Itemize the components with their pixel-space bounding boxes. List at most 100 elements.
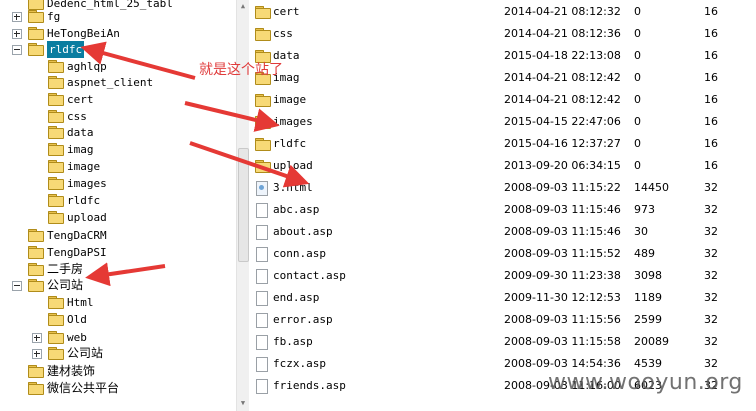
- file-row[interactable]: images 2015-04-15 22:47:06 0 16: [249, 111, 756, 133]
- file-attr: 16: [704, 137, 718, 150]
- file-row[interactable]: css 2014-04-21 08:12:36 0 16: [249, 23, 756, 45]
- expand-icon[interactable]: [32, 349, 42, 359]
- tree-item[interactable]: css: [0, 108, 236, 125]
- expand-icon[interactable]: [12, 29, 22, 39]
- collapse-icon[interactable]: [12, 45, 22, 55]
- file-row[interactable]: data 2015-04-18 22:13:08 0 16: [249, 45, 756, 67]
- tree-item[interactable]: data: [0, 124, 236, 141]
- tree-item[interactable]: 公司站: [0, 277, 236, 294]
- scrollbar-thumb[interactable]: [238, 148, 249, 262]
- tree-item-label: imag: [67, 143, 94, 156]
- scroll-up-arrow-icon[interactable]: ▲: [239, 2, 247, 10]
- tree-item-label: Html: [67, 296, 94, 309]
- file-row[interactable]: contact.asp 2009-09-30 11:23:38 3098 32: [249, 265, 756, 287]
- file-row[interactable]: imag 2014-04-21 08:12:42 0 16: [249, 67, 756, 89]
- file-size: 0: [634, 93, 641, 106]
- file-size: 0: [634, 71, 641, 84]
- file-date: 2015-04-16 12:37:27: [504, 137, 621, 150]
- file-attr: 32: [704, 269, 718, 282]
- file-row[interactable]: fb.asp 2008-09-03 11:15:58 20089 32: [249, 331, 756, 353]
- tree-item-label: rldfc: [47, 41, 85, 58]
- folder-icon: [48, 313, 64, 326]
- file-name: upload: [273, 159, 313, 172]
- tree-item[interactable]: 公司站: [0, 345, 236, 362]
- file-size: 0: [634, 115, 641, 128]
- folder-icon: [28, 27, 44, 40]
- file-name: contact.asp: [273, 269, 346, 282]
- file-row[interactable]: error.asp 2008-09-03 11:15:56 2599 32: [249, 309, 756, 331]
- tree-item[interactable]: fg: [0, 8, 236, 25]
- file-size: 3098: [634, 269, 662, 282]
- folder-icon: [48, 76, 64, 89]
- file-row[interactable]: about.asp 2008-09-03 11:15:46 30 32: [249, 221, 756, 243]
- tree-item[interactable]: TengDaCRM: [0, 227, 236, 244]
- file-size: 489: [634, 247, 655, 260]
- folder-icon: [255, 6, 271, 19]
- folder-icon: [48, 194, 64, 207]
- file-date: 2015-04-18 22:13:08: [504, 49, 621, 62]
- tree-item[interactable]: TengDaPSI: [0, 244, 236, 261]
- expand-icon[interactable]: [12, 12, 22, 22]
- tree-item[interactable]: cert: [0, 91, 236, 108]
- file-icon: [256, 247, 268, 262]
- file-date: 2008-09-03 11:15:52: [504, 247, 621, 260]
- file-date: 2008-09-03 11:15:22: [504, 181, 621, 194]
- file-attr: 16: [704, 159, 718, 172]
- tree-item[interactable]: image: [0, 158, 236, 175]
- folder-icon: [255, 138, 271, 151]
- file-attr: 32: [704, 247, 718, 260]
- tree-item[interactable]: 二手房: [0, 261, 236, 278]
- tree-item[interactable]: upload: [0, 209, 236, 226]
- tree-item[interactable]: HeTongBeiAn: [0, 25, 236, 42]
- file-row[interactable]: rldfc 2015-04-16 12:37:27 0 16: [249, 133, 756, 155]
- folder-icon: [28, 229, 44, 242]
- file-attr: 16: [704, 5, 718, 18]
- file-attr: 32: [704, 291, 718, 304]
- file-size: 14450: [634, 181, 669, 194]
- file-attr: 32: [704, 203, 718, 216]
- watermark: www.wooyun.org: [548, 370, 743, 395]
- file-size: 20089: [634, 335, 669, 348]
- file-size: 30: [634, 225, 648, 238]
- tree-item[interactable]: Html: [0, 294, 236, 311]
- folder-icon: [48, 110, 64, 123]
- tree-item[interactable]: images: [0, 175, 236, 192]
- collapse-icon[interactable]: [12, 281, 22, 291]
- file-attr: 32: [704, 335, 718, 348]
- file-attr: 32: [704, 225, 718, 238]
- tree-item-label: aghlqp: [67, 60, 107, 73]
- expand-icon[interactable]: [32, 333, 42, 343]
- folder-icon: [28, 263, 44, 276]
- tree-item-label: TengDaCRM: [47, 229, 107, 242]
- file-attr: 16: [704, 115, 718, 128]
- file-date: 2014-04-21 08:12:32: [504, 5, 621, 18]
- file-list: cert 2014-04-21 08:12:32 0 16 css 2014-04-21 …: [249, 0, 756, 411]
- tree-item-label: css: [67, 110, 87, 123]
- tree-item-label: rldfc: [67, 194, 101, 207]
- tree-item[interactable]: web: [0, 329, 236, 346]
- file-row[interactable]: image 2014-04-21 08:12:42 0 16: [249, 89, 756, 111]
- file-name: rldfc: [273, 137, 307, 150]
- tree-item-label: Old: [67, 313, 87, 326]
- tree-item[interactable]: imag: [0, 141, 236, 158]
- file-attr: 16: [704, 93, 718, 106]
- file-row[interactable]: conn.asp 2008-09-03 11:15:52 489 32: [249, 243, 756, 265]
- file-row[interactable]: abc.asp 2008-09-03 11:15:46 973 32: [249, 199, 756, 221]
- file-icon: [256, 357, 268, 372]
- folder-icon: [28, 43, 44, 56]
- file-size: 0: [634, 159, 641, 172]
- file-icon: [256, 335, 268, 350]
- file-row[interactable]: upload 2013-09-20 06:34:15 0 16: [249, 155, 756, 177]
- file-row[interactable]: cert 2014-04-21 08:12:32 0 16: [249, 1, 756, 23]
- folder-icon: [48, 347, 64, 360]
- tree-item[interactable]: 建材装饰: [0, 363, 236, 380]
- file-date: 2008-09-03 11:15:58: [504, 335, 621, 348]
- scroll-down-arrow-icon[interactable]: ▼: [239, 399, 247, 407]
- file-row[interactable]: 3.html 2008-09-03 11:15:22 14450 32: [249, 177, 756, 199]
- tree-item[interactable]: rldfc: [0, 192, 236, 209]
- folder-icon: [48, 211, 64, 224]
- file-row[interactable]: end.asp 2009-11-30 12:12:53 1189 32: [249, 287, 756, 309]
- tree-item[interactable]: 微信公共平台: [0, 380, 236, 397]
- tree-item[interactable]: rldfc: [0, 41, 236, 58]
- tree-item[interactable]: Old: [0, 311, 236, 328]
